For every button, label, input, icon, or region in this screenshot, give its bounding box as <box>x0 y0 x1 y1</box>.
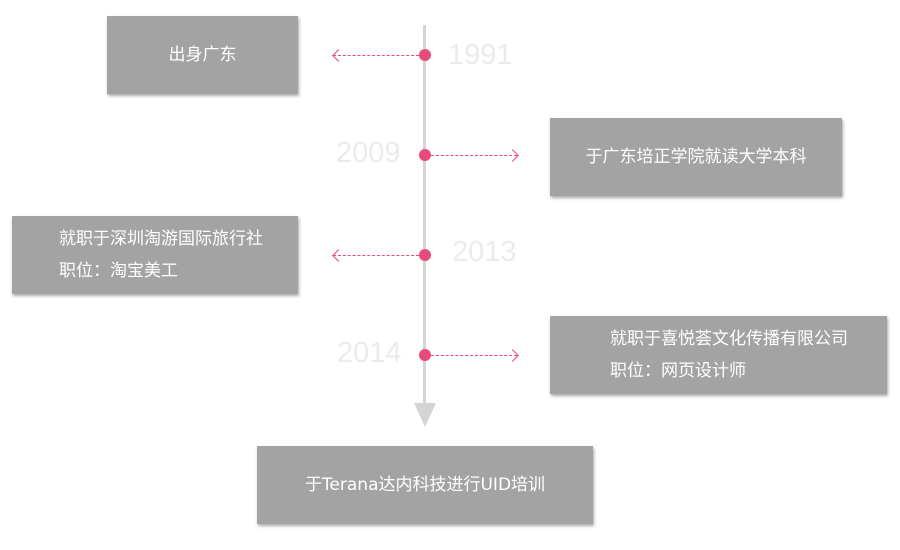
year-label-2009: 2009 <box>336 137 401 169</box>
event-text-2014-line2: 职位：网页设计师 <box>610 361 746 381</box>
connector-1991 <box>333 55 419 56</box>
connector-2013 <box>333 255 419 256</box>
year-label-1991: 1991 <box>448 39 513 71</box>
arrow-right-icon <box>506 149 519 162</box>
timeline-dot-2009 <box>419 149 431 161</box>
event-card-2009: 于广东培正学院就读大学本科 <box>550 118 842 196</box>
final-card: 于Terana达内科技进行UID培训 <box>257 446 593 524</box>
timeline: 出身广东 1991 2009 于广东培正学院就读大学本科 就职于深圳淘游国际旅行… <box>0 0 900 550</box>
event-card-2014: 就职于喜悦荟文化传播有限公司 职位：网页设计师 <box>550 316 887 394</box>
event-text-2013-line1: 就职于深圳淘游国际旅行社 <box>59 229 263 249</box>
event-card-1991: 出身广东 <box>107 16 298 94</box>
timeline-axis <box>423 25 426 405</box>
arrow-right-icon <box>506 349 519 362</box>
year-label-2013: 2013 <box>452 236 517 268</box>
event-text-2014-line1: 就职于喜悦荟文化传播有限公司 <box>610 329 848 349</box>
timeline-dot-2013 <box>419 249 431 261</box>
year-label-2014: 2014 <box>337 337 402 369</box>
axis-arrow-down-icon <box>414 403 436 427</box>
final-text: 于Terana达内科技进行UID培训 <box>304 475 546 495</box>
connector-2009 <box>431 155 517 156</box>
event-text-1991: 出身广东 <box>168 45 237 65</box>
connector-2014 <box>431 355 517 356</box>
event-card-2013: 就职于深圳淘游国际旅行社 职位：淘宝美工 <box>12 216 298 294</box>
timeline-dot-2014 <box>419 349 431 361</box>
timeline-dot-1991 <box>419 49 431 61</box>
event-text-2013-line2: 职位：淘宝美工 <box>59 261 178 281</box>
event-text-2009: 于广东培正学院就读大学本科 <box>585 147 807 167</box>
